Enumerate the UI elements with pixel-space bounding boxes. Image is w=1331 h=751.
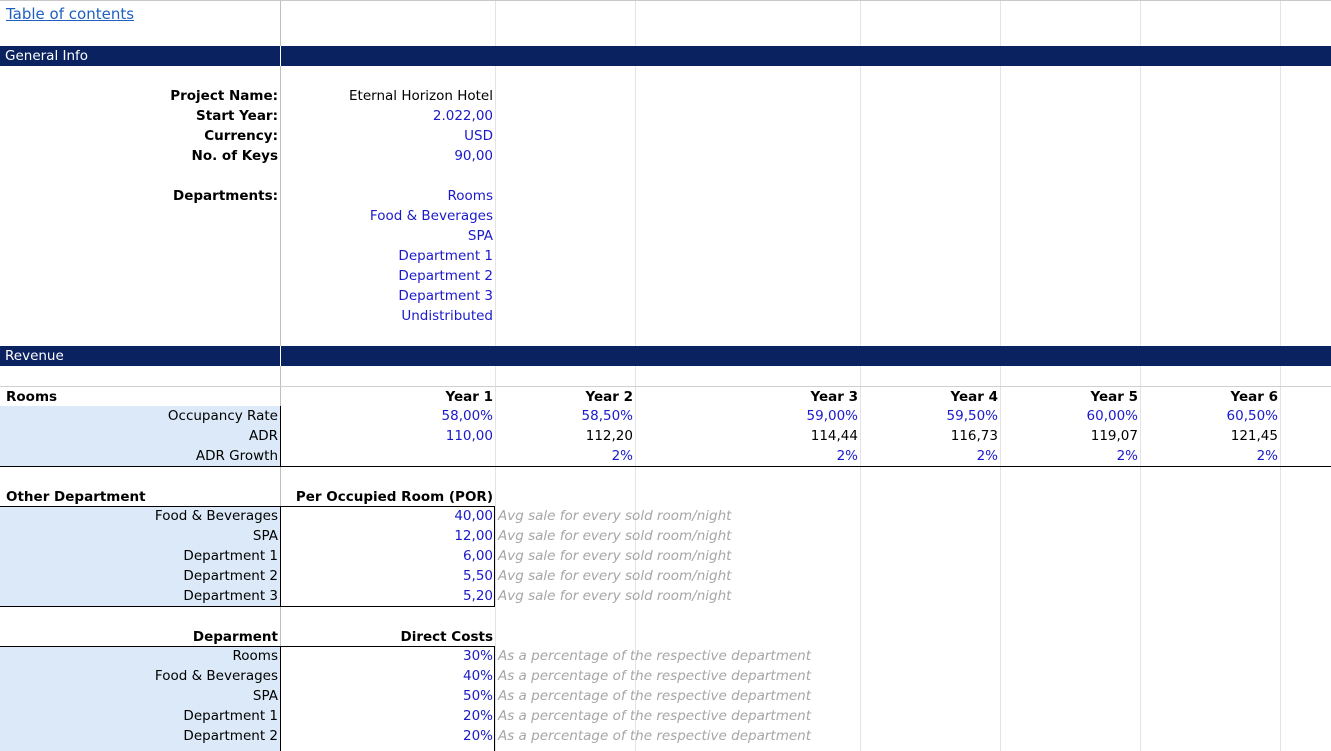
growth-cell[interactable]: 2%: [860, 446, 998, 466]
por-value[interactable]: 6,00: [300, 546, 493, 566]
cost-note: As a percentage of the respective depart…: [498, 688, 811, 704]
keys-value[interactable]: 90,00: [300, 146, 493, 166]
currency-label: Currency:: [204, 128, 278, 144]
department-item[interactable]: Rooms: [300, 186, 493, 206]
year-header: Year 1: [445, 389, 493, 405]
deparment-header: Deparment: [192, 629, 278, 645]
project-name-label: Project Name:: [170, 88, 278, 104]
section-title-revenue: Revenue: [5, 348, 64, 364]
por-header: Per Occupied Room (POR): [295, 489, 493, 505]
cost-value[interactable]: 50%: [300, 686, 493, 706]
cost-value[interactable]: 40%: [300, 666, 493, 686]
year-header: Year 6: [1230, 389, 1278, 405]
por-value[interactable]: 5,20: [300, 586, 493, 606]
keys-label: No. of Keys: [191, 148, 278, 164]
section-title-general: General Info: [5, 48, 89, 64]
departments-label: Departments:: [173, 188, 278, 204]
grid-col: [1280, 0, 1281, 751]
project-name-value[interactable]: Eternal Horizon Hotel: [300, 86, 493, 106]
por-note: Avg sale for every sold room/night: [498, 588, 732, 604]
cost-value[interactable]: 20%: [300, 706, 493, 726]
toc-link[interactable]: Table of contents: [6, 4, 134, 24]
cost-dept-label: SPA: [252, 688, 278, 704]
por-note: Avg sale for every sold room/night: [498, 508, 732, 524]
start-year-value[interactable]: 2.022,00: [300, 106, 493, 126]
grid-col: [1140, 0, 1141, 751]
adr-growth-label: ADR Growth: [195, 448, 278, 464]
adr-cell[interactable]: 114,44: [720, 426, 858, 446]
department-item[interactable]: Food & Beverages: [300, 206, 493, 226]
department-item[interactable]: SPA: [300, 226, 493, 246]
grid-col: [635, 0, 636, 751]
other-dept-label: Department 1: [183, 548, 278, 564]
top-border: [0, 0, 1331, 1]
department-item[interactable]: Department 2: [300, 266, 493, 286]
section-band-revenue: Revenue: [0, 346, 1331, 366]
cost-dept-label: Department 2: [183, 728, 278, 744]
por-note: Avg sale for every sold room/night: [498, 548, 732, 564]
growth-cell[interactable]: 2%: [495, 446, 633, 466]
other-dept-label: Department 2: [183, 568, 278, 584]
cost-dept-label: Rooms: [232, 648, 278, 664]
occupancy-cell[interactable]: 60,00%: [1000, 406, 1138, 426]
other-dept-header: Other Department: [6, 489, 146, 505]
year-header: Year 3: [810, 389, 858, 405]
direct-costs-header: Direct Costs: [400, 629, 493, 645]
growth-cell[interactable]: [355, 446, 493, 466]
department-item[interactable]: Department 3: [300, 286, 493, 306]
section-band-general: General Info: [0, 46, 1331, 66]
start-year-label: Start Year:: [196, 108, 278, 124]
year-header: Year 4: [950, 389, 998, 405]
cost-note: As a percentage of the respective depart…: [498, 708, 811, 724]
column-divider: [280, 0, 281, 751]
occupancy-cell[interactable]: 59,00%: [720, 406, 858, 426]
department-item[interactable]: Department 1: [300, 246, 493, 266]
occupancy-cell[interactable]: 58,50%: [495, 406, 633, 426]
grid-col: [1000, 0, 1001, 751]
growth-cell[interactable]: 2%: [720, 446, 858, 466]
rooms-header: Rooms: [6, 389, 58, 405]
cost-note: As a percentage of the respective depart…: [498, 728, 811, 744]
por-value[interactable]: 40,00: [300, 506, 493, 526]
adr-cell[interactable]: 119,07: [1000, 426, 1138, 446]
occupancy-label: Occupancy Rate: [167, 408, 278, 424]
currency-value[interactable]: USD: [300, 126, 493, 146]
cost-note: As a percentage of the respective depart…: [498, 668, 811, 684]
other-dept-label: SPA: [252, 528, 278, 544]
year-header: Year 5: [1090, 389, 1138, 405]
occupancy-cell[interactable]: 58,00%: [355, 406, 493, 426]
cost-value[interactable]: 20%: [300, 726, 493, 746]
grid-col: [495, 0, 496, 751]
adr-cell[interactable]: 110,00: [355, 426, 493, 446]
por-value[interactable]: 5,50: [300, 566, 493, 586]
adr-cell[interactable]: 121,45: [1140, 426, 1278, 446]
adr-label: ADR: [248, 428, 278, 444]
adr-cell[interactable]: 112,20: [495, 426, 633, 446]
other-dept-label: Food & Beverages: [154, 508, 278, 524]
por-value[interactable]: 12,00: [300, 526, 493, 546]
cost-value[interactable]: 30%: [300, 646, 493, 666]
department-item[interactable]: Undistributed: [300, 306, 493, 326]
adr-cell[interactable]: 116,73: [860, 426, 998, 446]
year-header: Year 2: [585, 389, 633, 405]
grid-col: [860, 0, 861, 751]
occupancy-cell[interactable]: 60,50%: [1140, 406, 1278, 426]
por-note: Avg sale for every sold room/night: [498, 568, 732, 584]
por-note: Avg sale for every sold room/night: [498, 528, 732, 544]
cost-dept-label: Food & Beverages: [154, 668, 278, 684]
cost-dept-label: Department 1: [183, 708, 278, 724]
other-dept-label: Department 3: [183, 588, 278, 604]
growth-cell[interactable]: 2%: [1140, 446, 1278, 466]
occupancy-cell[interactable]: 59,50%: [860, 406, 998, 426]
growth-cell[interactable]: 2%: [1000, 446, 1138, 466]
cost-note: As a percentage of the respective depart…: [498, 648, 811, 664]
